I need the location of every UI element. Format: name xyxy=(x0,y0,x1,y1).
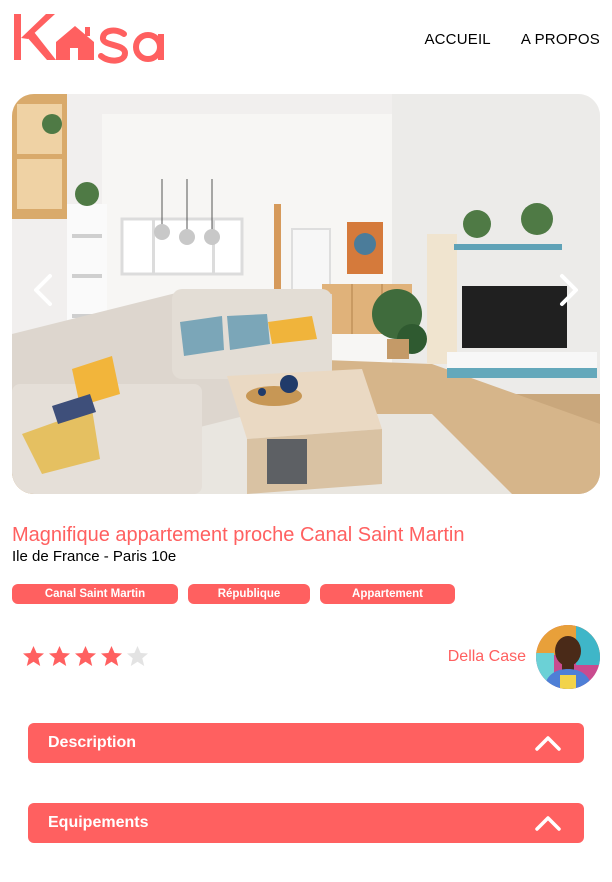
star-rating xyxy=(22,645,149,667)
tag-list: Canal Saint Martin République Appartemen… xyxy=(12,584,455,604)
star-filled-icon xyxy=(75,646,96,666)
host-info: Della Case xyxy=(448,625,600,689)
chevron-up-icon xyxy=(535,816,561,831)
carousel-next-button[interactable] xyxy=(552,270,586,310)
listing-location: Ile de France - Paris 10e xyxy=(12,548,177,565)
star-filled-icon xyxy=(101,646,122,666)
tag: Canal Saint Martin xyxy=(12,584,178,604)
tag: Appartement xyxy=(320,584,455,604)
chevron-left-icon xyxy=(34,274,52,306)
chevron-right-icon xyxy=(560,274,578,306)
host-name: Della Case xyxy=(447,648,526,665)
avatar xyxy=(536,625,600,689)
chevron-up-icon xyxy=(535,736,561,751)
listing-title: Magnifique appartement proche Canal Sain… xyxy=(12,524,465,546)
description-label: Description xyxy=(48,734,137,751)
kasa-logo[interactable] xyxy=(12,12,172,64)
star-filled-icon xyxy=(49,646,70,666)
nav-a-propos[interactable]: A PROPOS xyxy=(521,31,600,48)
carousel-prev-button[interactable] xyxy=(26,270,60,310)
star-empty-icon xyxy=(127,646,148,666)
equipements-toggle[interactable]: Equipements xyxy=(28,803,584,843)
equipements-label: Equipements xyxy=(48,814,149,831)
header: ACCUEIL A PROPOS xyxy=(0,0,612,80)
main-nav: ACCUEIL A PROPOS xyxy=(424,31,600,48)
star-filled-icon xyxy=(23,646,44,666)
tag: République xyxy=(188,584,310,604)
nav-accueil[interactable]: ACCUEIL xyxy=(424,31,490,48)
description-toggle[interactable]: Description xyxy=(28,723,584,763)
apartment-photo xyxy=(12,94,600,494)
photo-carousel xyxy=(12,94,600,494)
